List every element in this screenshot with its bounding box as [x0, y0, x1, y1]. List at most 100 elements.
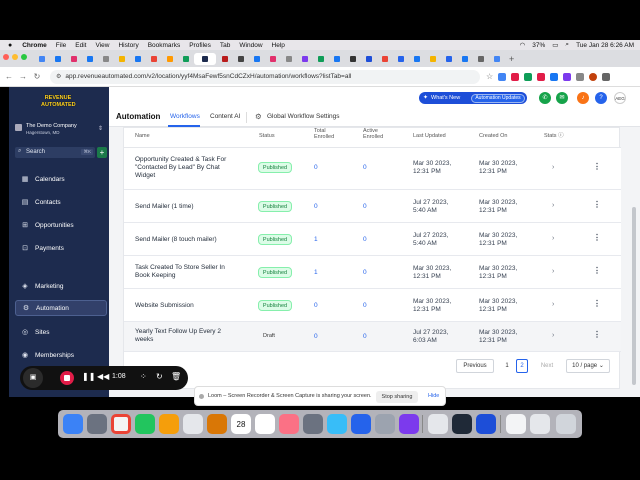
browser-tab[interactable] — [66, 53, 81, 65]
chrome-icon[interactable] — [111, 414, 131, 434]
megaphone-icon[interactable]: ✉ — [556, 92, 568, 104]
zoom-window-icon[interactable] — [21, 54, 27, 60]
browser-tab[interactable] — [217, 53, 232, 65]
apple-icon[interactable]: ● — [8, 42, 12, 49]
rewind-icon[interactable]: ◀◀ — [97, 372, 109, 381]
workflow-name[interactable]: Task Created To Store Seller In Book Kee… — [135, 264, 240, 280]
column-last-updated[interactable]: Last Updated — [413, 133, 446, 139]
extension-icon[interactable] — [498, 72, 507, 81]
folder-stack-icon[interactable] — [530, 414, 550, 434]
wifi-icon[interactable]: ◠ — [520, 41, 526, 49]
total-enrolled[interactable]: 0 — [314, 302, 318, 309]
back-icon[interactable]: ← — [4, 72, 14, 81]
menu-tab[interactable]: Tab — [220, 42, 230, 49]
browser-tab-active[interactable] — [194, 52, 216, 65]
reload-icon[interactable]: ↻ — [32, 72, 42, 81]
address-bar[interactable]: ⚙ app.revenueautomated.com/v2/location/y… — [50, 69, 480, 84]
active-enrolled[interactable]: 0 — [363, 164, 367, 171]
contacts-app-icon[interactable] — [255, 414, 275, 434]
stats-chevron-icon[interactable]: › — [552, 202, 554, 209]
workflow-name[interactable]: Yearly Text Follow Up Every 2 weeks — [135, 328, 240, 344]
menu-app-name[interactable]: Chrome — [22, 42, 47, 49]
whats-new-pill[interactable]: ✦ What's New Automation Updates — [419, 92, 527, 104]
extension-icon[interactable] — [537, 72, 546, 81]
terminal-icon[interactable] — [452, 414, 472, 434]
sidebar-item-memberships[interactable]: ◉ Memberships — [15, 347, 107, 363]
more-options-icon[interactable]: ⋮ — [593, 162, 601, 171]
column-total-enrolled[interactable]: Total Enrolled — [314, 128, 344, 140]
pause-icon[interactable]: ❚❚ — [82, 372, 95, 381]
browser-tab[interactable] — [345, 53, 360, 65]
column-status[interactable]: Status — [259, 133, 275, 139]
menu-window[interactable]: Window — [239, 42, 262, 49]
menu-view[interactable]: View — [95, 42, 109, 49]
active-enrolled[interactable]: 0 — [363, 269, 367, 276]
total-enrolled[interactable]: 0 — [314, 203, 318, 210]
active-enrolled[interactable]: 0 — [363, 333, 367, 340]
more-options-icon[interactable]: ⋮ — [593, 233, 601, 242]
browser-tab[interactable] — [409, 53, 424, 65]
site-info-icon[interactable]: ⚙ — [56, 73, 61, 80]
browser-tab[interactable] — [130, 53, 145, 65]
table-row[interactable]: Task Created To Store Seller In Book Kee… — [124, 256, 621, 289]
table-row[interactable]: Opportunity Created & Task For "Contacte… — [124, 148, 621, 190]
account-switcher[interactable]: The Demo Company Hagerstown, MD ⇕ — [15, 122, 105, 138]
menu-bookmarks[interactable]: Bookmarks — [148, 42, 181, 49]
extension-icon[interactable] — [563, 72, 572, 81]
browser-tab[interactable] — [441, 53, 456, 65]
battery-icon[interactable]: ▭ — [552, 41, 558, 49]
trash-icon[interactable]: 🗑 — [171, 372, 181, 381]
browser-tab[interactable] — [313, 53, 328, 65]
screenshot-icon[interactable] — [399, 414, 419, 434]
sidebar-item-opportunities[interactable]: ⊞ Opportunities — [15, 217, 107, 233]
browser-tab[interactable] — [425, 53, 440, 65]
launchpad-icon[interactable] — [87, 414, 107, 434]
profile-avatar[interactable] — [589, 72, 598, 81]
browser-tab[interactable] — [329, 53, 344, 65]
browser-tab[interactable] — [249, 53, 264, 65]
next-page-button[interactable]: Next — [534, 359, 560, 373]
sidebar-item-payments[interactable]: ⊡ Payments — [15, 240, 107, 256]
workflow-name[interactable]: Website Submission — [135, 302, 240, 310]
menu-file[interactable]: File — [56, 42, 66, 49]
tab-workflows[interactable]: Workflows — [170, 113, 200, 120]
browser-tab[interactable] — [457, 53, 472, 65]
browser-tab[interactable] — [98, 53, 113, 65]
system-settings-icon[interactable] — [375, 414, 395, 434]
gear-icon[interactable]: ⚙ — [255, 112, 262, 121]
clock[interactable]: Tue Jan 28 6:26 AM — [576, 42, 634, 49]
browser-tab[interactable] — [162, 53, 177, 65]
browser-tab[interactable] — [146, 53, 161, 65]
workflow-name[interactable]: Opportunity Created & Task For "Contacte… — [135, 156, 240, 180]
menu-history[interactable]: History — [118, 42, 138, 49]
stats-chevron-icon[interactable]: › — [552, 235, 554, 242]
active-enrolled[interactable]: 0 — [363, 302, 367, 309]
stats-chevron-icon[interactable]: › — [552, 332, 554, 339]
camera-icon[interactable]: ▣ — [23, 368, 43, 388]
forward-icon[interactable]: → — [18, 72, 28, 81]
stop-recording-button[interactable] — [60, 371, 74, 385]
bookmark-star-icon[interactable]: ☆ — [486, 72, 493, 81]
table-row[interactable]: Yearly Text Follow Up Every 2 weeks Draf… — [124, 322, 621, 352]
browser-menu-icon[interactable] — [602, 72, 611, 81]
browser-tab[interactable] — [178, 53, 193, 65]
notes-icon[interactable] — [183, 414, 203, 434]
music-icon[interactable] — [279, 414, 299, 434]
photos-icon[interactable] — [159, 414, 179, 434]
menu-help[interactable]: Help — [272, 42, 285, 49]
browser-tab[interactable] — [82, 53, 97, 65]
table-row[interactable]: Website Submission Published 0 0 Mar 30 … — [124, 289, 621, 322]
teamviewer-icon[interactable] — [476, 414, 496, 434]
more-options-icon[interactable]: ⋮ — [593, 200, 601, 209]
browser-tab[interactable] — [377, 53, 392, 65]
user-avatar[interactable]: AEG — [614, 92, 626, 104]
sidebar-item-calendars[interactable]: ▦ Calendars — [15, 171, 107, 187]
brand-logo[interactable]: REVENUE AUTOMATED — [41, 95, 76, 113]
extension-icon[interactable] — [524, 72, 533, 81]
page-2-button[interactable]: 2 — [516, 359, 528, 373]
column-stats[interactable]: Stats ⓘ — [544, 133, 564, 139]
browser-tab[interactable] — [297, 53, 312, 65]
browser-tab[interactable] — [361, 53, 376, 65]
column-name[interactable]: Name — [135, 133, 150, 139]
total-enrolled[interactable]: 0 — [314, 333, 318, 340]
